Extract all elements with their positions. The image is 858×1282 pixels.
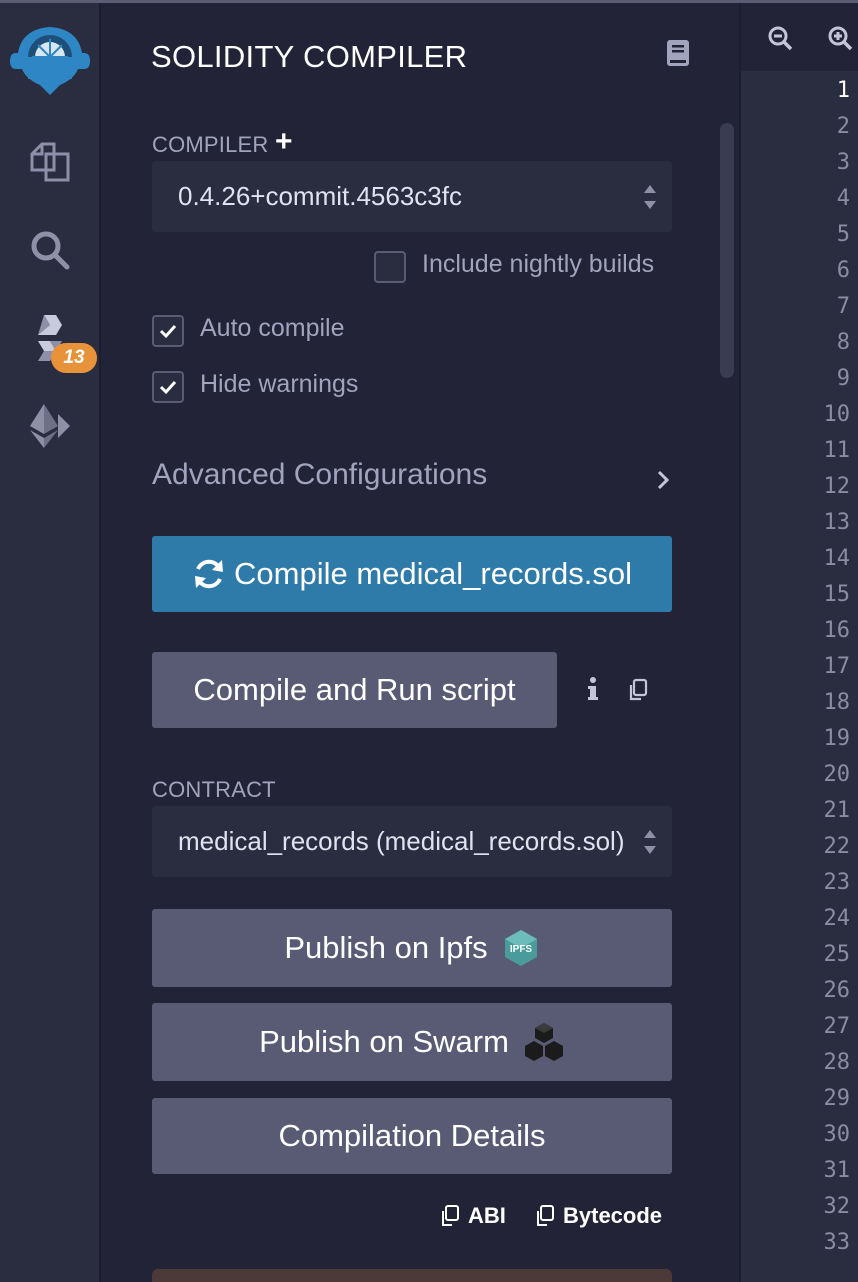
info-icon[interactable]: [587, 676, 599, 702]
line-number: 9: [836, 366, 850, 391]
hide-warnings-checkbox[interactable]: [152, 371, 184, 403]
copy-icon: [442, 1205, 459, 1226]
deploy-run-icon[interactable]: [22, 398, 78, 454]
line-number: 18: [823, 690, 851, 715]
publish-ipfs-label: Publish on Ipfs: [284, 930, 488, 965]
line-number: 7: [836, 294, 850, 319]
panel-scrollbar[interactable]: [720, 123, 734, 378]
line-number: 4: [836, 186, 850, 211]
line-number: 29: [823, 1086, 851, 1111]
code-editor: 1 2 3 4 5 6 7 8 9 10 11 12 13 14 15 16 17 18 19 20 21 22 23 24 2…: [739, 3, 858, 1282]
ipfs-logo-icon: IPFS: [504, 930, 537, 966]
copy-icon: [537, 1205, 554, 1226]
editor-toolbar: [741, 3, 858, 71]
line-number: 16: [823, 618, 851, 643]
line-number: 6: [836, 258, 850, 283]
auto-compile-checkbox[interactable]: [152, 315, 184, 347]
remix-logo-icon[interactable]: [8, 23, 92, 99]
copy-bytecode-link[interactable]: Bytecode: [535, 1203, 662, 1229]
bytecode-label: Bytecode: [563, 1203, 663, 1228]
swarm-logo-icon: [524, 1023, 563, 1061]
line-number: 5: [836, 222, 850, 247]
compiler-panel: SOLIDITY COMPILER COMPILER + 0.4.26+comm…: [103, 3, 738, 1282]
add-compiler-icon[interactable]: +: [275, 127, 293, 157]
plugin-badge: 13: [51, 343, 97, 373]
nightly-builds-label: Include nightly builds: [422, 250, 655, 278]
warning-box: [152, 1269, 672, 1282]
line-number: 14: [823, 546, 851, 571]
advanced-config-toggle[interactable]: Advanced Configurations: [152, 458, 487, 492]
compilation-details-label: Compilation Details: [278, 1118, 546, 1153]
line-number: 26: [823, 978, 851, 1003]
line-number: 8: [836, 330, 850, 355]
compiler-version-value: 0.4.26+commit.4563c3fc: [178, 181, 462, 211]
line-number: 2: [836, 114, 850, 139]
copy-abi-link[interactable]: ABI: [440, 1203, 506, 1229]
publish-swarm-button[interactable]: Publish on Swarm: [152, 1003, 672, 1081]
line-number: 3: [836, 150, 850, 175]
checkmark-icon: [159, 324, 177, 339]
line-number: 20: [823, 762, 851, 787]
line-number: 10: [823, 402, 851, 427]
zoom-in-icon[interactable]: [827, 25, 853, 51]
auto-compile-label: Auto compile: [200, 314, 345, 342]
line-number: 21: [823, 798, 851, 823]
line-number: 17: [823, 654, 851, 679]
line-number: 11: [823, 438, 851, 463]
line-number: 22: [823, 834, 851, 859]
compiler-label: COMPILER: [152, 132, 269, 157]
select-arrows-icon: [644, 185, 656, 209]
line-number: 25: [823, 942, 851, 967]
line-number: 12: [823, 474, 851, 499]
ipfs-badge-text: IPFS: [510, 944, 533, 955]
line-number: 23: [823, 870, 851, 895]
chevron-right-icon[interactable]: [656, 469, 670, 491]
file-explorer-icon[interactable]: [22, 134, 78, 190]
line-number: 33: [823, 1230, 851, 1255]
checkmark-icon: [159, 380, 177, 395]
abi-label: ABI: [468, 1203, 506, 1228]
line-number: 19: [823, 726, 851, 751]
select-arrows-icon: [644, 830, 656, 854]
hide-warnings-label: Hide warnings: [200, 370, 359, 398]
nightly-builds-checkbox[interactable]: [374, 251, 406, 283]
line-number: 15: [823, 582, 851, 607]
line-number: 1: [836, 78, 850, 103]
panel-title: SOLIDITY COMPILER: [151, 39, 468, 74]
documentation-icon[interactable]: [666, 39, 690, 72]
line-number: 13: [823, 510, 851, 535]
publish-ipfs-button[interactable]: Publish on Ipfs IPFS: [152, 909, 672, 987]
line-number: 30: [823, 1122, 851, 1147]
compile-run-label: Compile and Run script: [193, 672, 516, 707]
copy-icon[interactable]: [627, 678, 649, 702]
compile-run-button[interactable]: Compile and Run script: [152, 652, 557, 728]
contract-select-value: medical_records (medical_records.sol): [178, 826, 625, 856]
publish-swarm-label: Publish on Swarm: [259, 1024, 509, 1059]
compile-button[interactable]: Compile medical_records.sol: [152, 536, 672, 612]
contract-label: CONTRACT: [152, 777, 276, 802]
compile-button-label: Compile medical_records.sol: [234, 556, 632, 591]
search-icon[interactable]: [22, 222, 78, 278]
compiler-version-select[interactable]: 0.4.26+commit.4563c3fc: [152, 161, 672, 232]
line-number: 27: [823, 1014, 851, 1039]
line-number: 31: [823, 1158, 851, 1183]
line-number: 24: [823, 906, 851, 931]
line-number: 32: [823, 1194, 851, 1219]
compilation-details-button[interactable]: Compilation Details: [152, 1098, 672, 1174]
contract-select[interactable]: medical_records (medical_records.sol): [152, 806, 672, 877]
refresh-icon: [195, 559, 223, 589]
line-number: 28: [823, 1050, 851, 1075]
icon-rail: 13: [0, 3, 101, 1282]
zoom-out-icon[interactable]: [767, 25, 793, 51]
